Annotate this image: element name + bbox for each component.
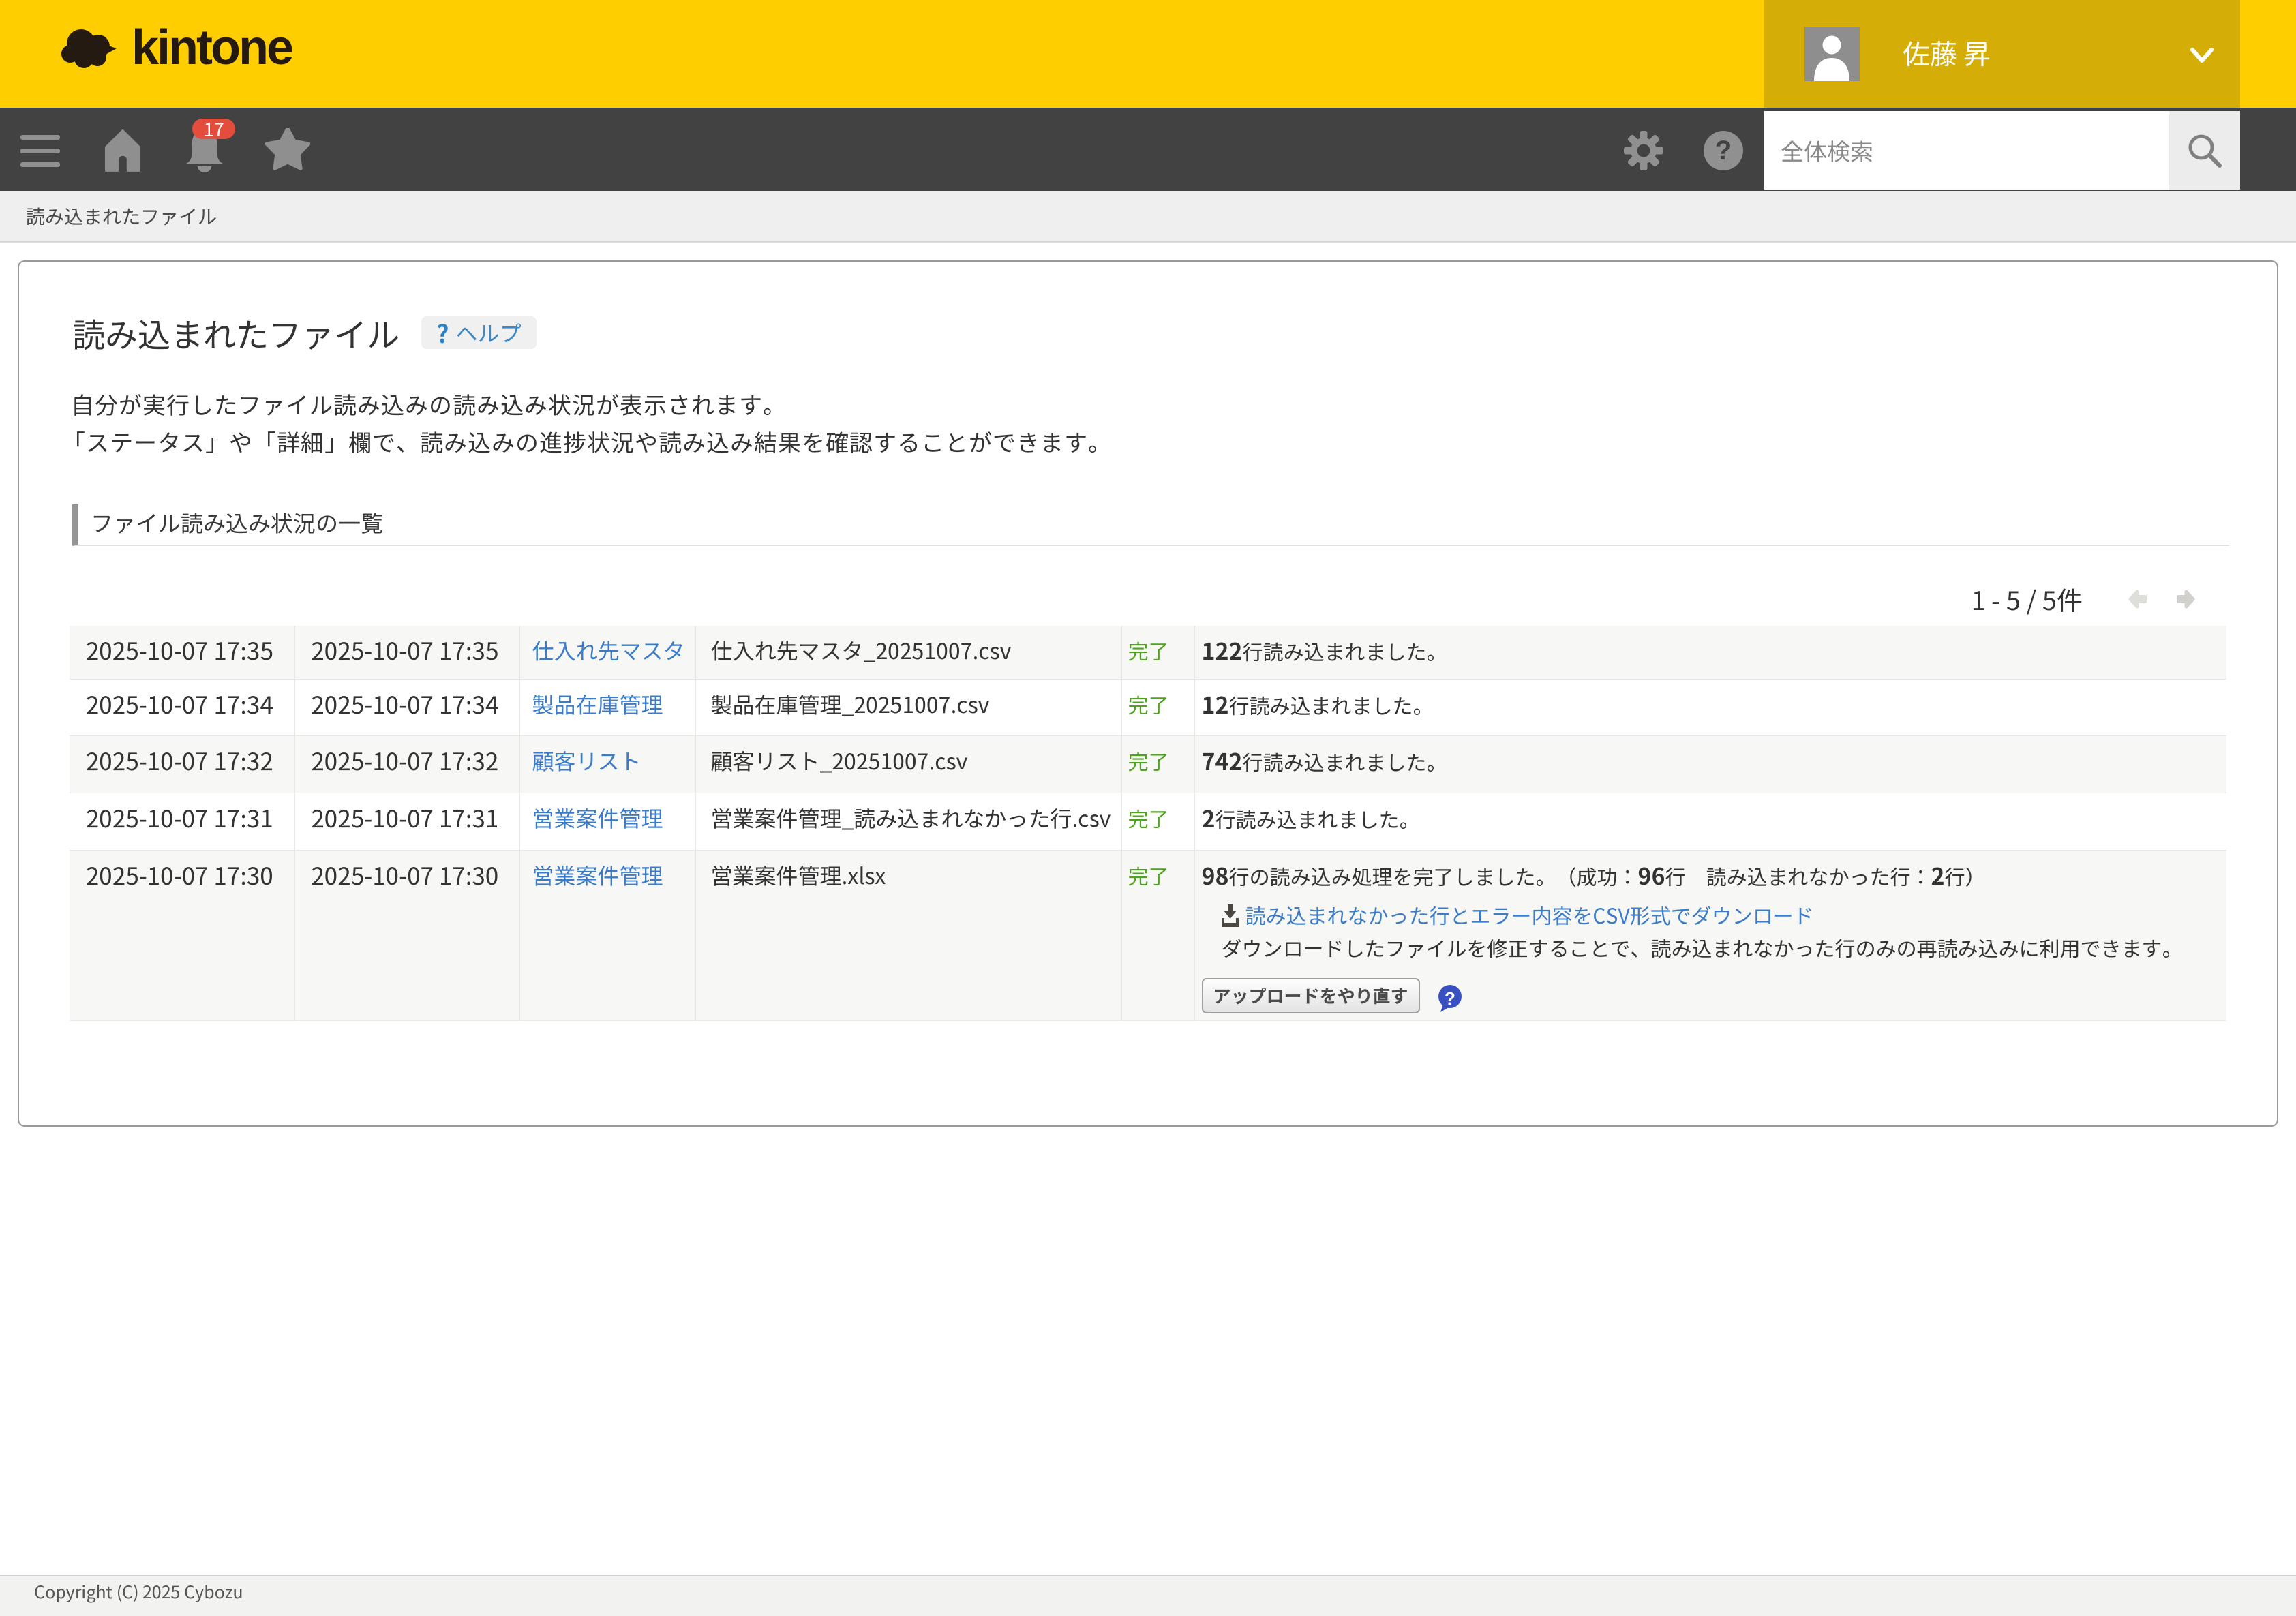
svg-text:?: ?	[1445, 988, 1455, 1009]
svg-text:?: ?	[1715, 136, 1732, 166]
